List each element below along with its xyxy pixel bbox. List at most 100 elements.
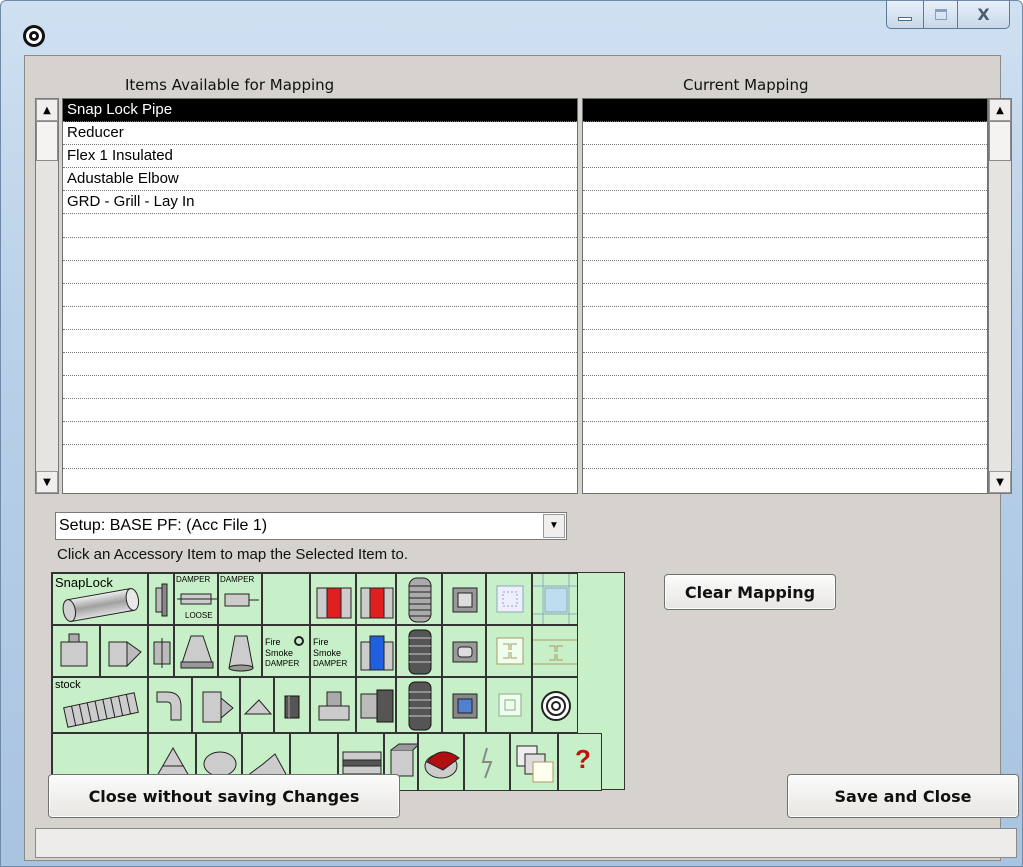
square-register-tile[interactable]	[442, 573, 486, 625]
fire-smoke-damper-tile-2[interactable]: Fire Smoke DAMPER	[310, 625, 356, 677]
scroll-thumb[interactable]	[36, 121, 58, 161]
coupling-tile[interactable]	[148, 625, 174, 677]
transition-tile[interactable]	[174, 625, 218, 677]
list-item[interactable]: Reducer	[63, 122, 577, 146]
list-item[interactable]	[63, 353, 577, 377]
multi-register-tile[interactable]	[510, 733, 558, 791]
mapping-row[interactable]	[583, 261, 987, 284]
list-item[interactable]: Snap Lock Pipe	[63, 99, 577, 123]
clear-mapping-button[interactable]: Clear Mapping	[664, 574, 836, 610]
mapping-row[interactable]	[583, 399, 987, 423]
mapping-scroll-thumb[interactable]	[989, 121, 1011, 161]
unknown-item-tile[interactable]: ?	[558, 733, 602, 791]
list-item[interactable]	[63, 284, 577, 307]
snaplock-pipe-icon	[62, 588, 140, 622]
mapping-row[interactable]	[583, 214, 987, 238]
mapping-scrollbar[interactable]: ▲ ▼	[988, 98, 1012, 494]
collar-tile[interactable]	[274, 677, 310, 733]
mapping-scroll-down-button[interactable]: ▼	[989, 471, 1011, 493]
takeoff-tile[interactable]	[240, 677, 274, 733]
mapping-row[interactable]	[583, 422, 987, 446]
return-grille-tile[interactable]	[486, 677, 532, 733]
round-diffuser-tile[interactable]	[532, 677, 578, 733]
mapping-row[interactable]	[583, 376, 987, 400]
return-grille-icon	[498, 693, 522, 717]
list-item[interactable]	[63, 376, 577, 400]
grid-diffuser-icon	[533, 639, 577, 665]
mapping-row[interactable]	[583, 445, 987, 469]
list-item[interactable]: GRD - Grill - Lay In	[63, 191, 577, 215]
red-fire-damper-tile[interactable]	[310, 573, 356, 625]
blue-register-tile[interactable]	[442, 677, 486, 733]
minimize-button[interactable]	[886, 1, 924, 29]
rect-register-tile[interactable]	[442, 625, 486, 677]
damper-tile[interactable]: DAMPER	[218, 573, 262, 625]
mapping-row[interactable]	[583, 284, 987, 307]
items-scrollbar[interactable]: ▲ ▼	[35, 98, 59, 494]
mapping-row[interactable]	[583, 99, 987, 123]
list-item[interactable]	[63, 261, 577, 284]
coil-duct-tile[interactable]	[396, 573, 442, 625]
mapping-row[interactable]	[583, 168, 987, 192]
save-and-close-button[interactable]: Save and Close	[787, 774, 1019, 818]
tee-icon	[60, 633, 88, 667]
dark-coil-tile-2[interactable]	[396, 677, 442, 733]
close-window-button[interactable]: X	[958, 1, 1010, 29]
list-item[interactable]	[63, 307, 577, 330]
snaplock-pipe-tile[interactable]: SnapLock	[52, 573, 148, 625]
current-mapping-list[interactable]	[582, 98, 988, 494]
close-without-saving-button[interactable]: Close without saving Changes	[48, 774, 400, 818]
red-damper-tile-2[interactable]	[356, 573, 396, 625]
title-bar[interactable]: X	[1, 1, 1022, 53]
fire-smoke-damper-tile[interactable]: Fire Smoke DAMPER	[262, 625, 310, 677]
list-item[interactable]	[63, 445, 577, 469]
blue-damper-icon	[360, 635, 394, 671]
tee-fitting-tile[interactable]	[52, 625, 100, 677]
list-item[interactable]: Adustable Elbow	[63, 168, 577, 192]
dark-coil-tile[interactable]	[396, 625, 442, 677]
list-item[interactable]	[63, 422, 577, 446]
red-cap-tile[interactable]	[418, 733, 464, 791]
list-item[interactable]	[63, 238, 577, 261]
adjustable-elbow-tile[interactable]	[148, 677, 192, 733]
arrow-down-icon: ▼	[996, 476, 1004, 488]
app-logo-icon	[23, 25, 45, 47]
plenum-icon	[360, 689, 394, 723]
scroll-down-button[interactable]: ▼	[36, 471, 58, 493]
grid-diffuser-tile[interactable]	[532, 625, 578, 677]
list-item[interactable]	[63, 214, 577, 238]
plenum-tile[interactable]	[356, 677, 396, 733]
damper-loose-tile[interactable]: DAMPER LOOSE	[174, 573, 218, 625]
mapping-row[interactable]	[583, 330, 987, 354]
lateral-tee-tile[interactable]	[192, 677, 240, 733]
mapping-row[interactable]	[583, 307, 987, 330]
mapping-row[interactable]	[583, 145, 987, 169]
mapping-scroll-up-button[interactable]: ▲	[989, 99, 1011, 121]
hanger-tile[interactable]	[464, 733, 510, 791]
boot-tile[interactable]	[310, 677, 356, 733]
blue-register-icon	[452, 693, 478, 719]
end-cap-tile[interactable]	[148, 573, 174, 625]
mapping-row[interactable]	[583, 238, 987, 261]
question-mark-icon: ?	[575, 744, 591, 774]
blank-tile[interactable]	[262, 573, 310, 625]
available-items-list[interactable]: Snap Lock Pipe Reducer Flex 1 Insulated Adu…	[62, 98, 578, 494]
square-diffuser-tile[interactable]	[486, 625, 532, 677]
mapping-row[interactable]	[583, 122, 987, 146]
list-item[interactable]: Flex 1 Insulated	[63, 145, 577, 169]
blue-damper-tile[interactable]	[356, 625, 396, 677]
wye-fitting-tile[interactable]	[100, 625, 148, 677]
grill-lay-in-tile[interactable]	[532, 573, 578, 625]
dropdown-arrow-button[interactable]: ▼	[543, 514, 565, 538]
list-item[interactable]	[63, 330, 577, 354]
flex-stock-tile[interactable]: stock	[52, 677, 148, 733]
setup-dropdown[interactable]: Setup: BASE PF: (Acc File 1) ▼	[55, 512, 567, 540]
rect-damper-icon	[224, 593, 259, 607]
scroll-up-button[interactable]: ▲	[36, 99, 58, 121]
diffuser-tile[interactable]	[486, 573, 532, 625]
list-item[interactable]	[63, 399, 577, 423]
cone-reducer-tile[interactable]	[218, 625, 262, 677]
maximize-button[interactable]	[924, 1, 958, 29]
mapping-row[interactable]	[583, 191, 987, 215]
mapping-row[interactable]	[583, 353, 987, 377]
